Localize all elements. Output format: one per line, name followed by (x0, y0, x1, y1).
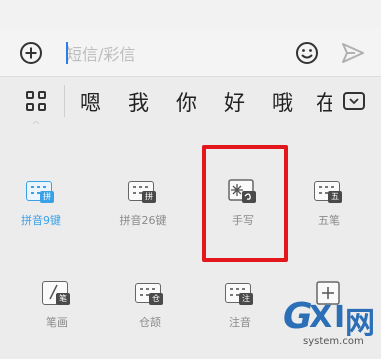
collapse-keyboard-button[interactable] (343, 92, 365, 110)
candidate-word[interactable]: 嗯 (80, 87, 101, 117)
option-label: 五笔 (318, 214, 340, 227)
candidate-word[interactable]: 在 (316, 87, 332, 117)
keyboard-icon: 仓 (135, 279, 165, 309)
tool-badge: 拼 (142, 191, 156, 203)
candidate-word[interactable]: 好 (224, 87, 245, 117)
send-icon (342, 43, 364, 63)
candidate-bar: 嗯 我 你 好 哦 在 (0, 76, 381, 125)
add-attachment-button[interactable] (20, 42, 42, 64)
option-cangjie[interactable]: 仓 仓颉 (113, 279, 187, 359)
option-stroke[interactable]: 笔 笔画 (20, 279, 94, 359)
tool-badge: 注 (239, 293, 253, 305)
tool-badge: 笔 (56, 293, 70, 305)
candidate-list: 嗯 我 你 好 哦 在 (70, 77, 332, 125)
tool-badge: 拼 (40, 191, 54, 203)
plus-icon (25, 47, 37, 59)
candidate-word[interactable]: 我 (128, 87, 149, 117)
option-handwriting[interactable]: 手写 (206, 177, 280, 257)
keyboard-menu-button[interactable] (26, 91, 48, 113)
message-input[interactable] (64, 40, 278, 68)
grid-icon (26, 103, 34, 111)
option-wubi[interactable]: 五 五笔 (292, 177, 366, 257)
text-cursor (66, 42, 68, 64)
keyboard-icon: 注 (225, 279, 255, 309)
option-pinyin-26key[interactable]: 拼 拼音26键 (106, 177, 180, 257)
handwriting-icon (228, 177, 258, 207)
candidate-word[interactable]: 哦 (272, 87, 293, 117)
divider (64, 85, 65, 117)
tool-badge: 五 (328, 191, 342, 203)
option-label: 拼音26键 (119, 214, 167, 227)
chevron-down-icon (349, 98, 359, 105)
grid-icon (38, 91, 46, 99)
option-label: 仓颉 (139, 316, 161, 329)
keyboard-icon: 拼 (26, 177, 56, 207)
send-button[interactable] (341, 42, 365, 64)
option-zhuyin[interactable]: 注 注音 (203, 279, 277, 359)
option-label: 手写 (232, 214, 254, 227)
keyboard-icon: 拼 (128, 177, 158, 207)
stroke-icon: 笔 (42, 279, 72, 309)
status-strip (0, 0, 381, 28)
grid-icon (38, 103, 46, 111)
emoji-button[interactable] (295, 41, 319, 65)
option-label: 笔画 (46, 316, 68, 329)
watermark-logo: G X I 网 system.com (283, 296, 375, 347)
option-pinyin-9key[interactable]: 拼 拼音9键 (4, 177, 78, 257)
grid-icon (26, 91, 34, 99)
keyboard-icon: 五 (314, 177, 344, 207)
option-label: 拼音9键 (21, 214, 61, 227)
message-compose-bar (0, 28, 381, 76)
option-label: 注音 (229, 316, 251, 329)
candidate-word[interactable]: 你 (176, 87, 197, 117)
smiley-icon (296, 42, 318, 64)
tool-badge: 仓 (149, 293, 163, 305)
